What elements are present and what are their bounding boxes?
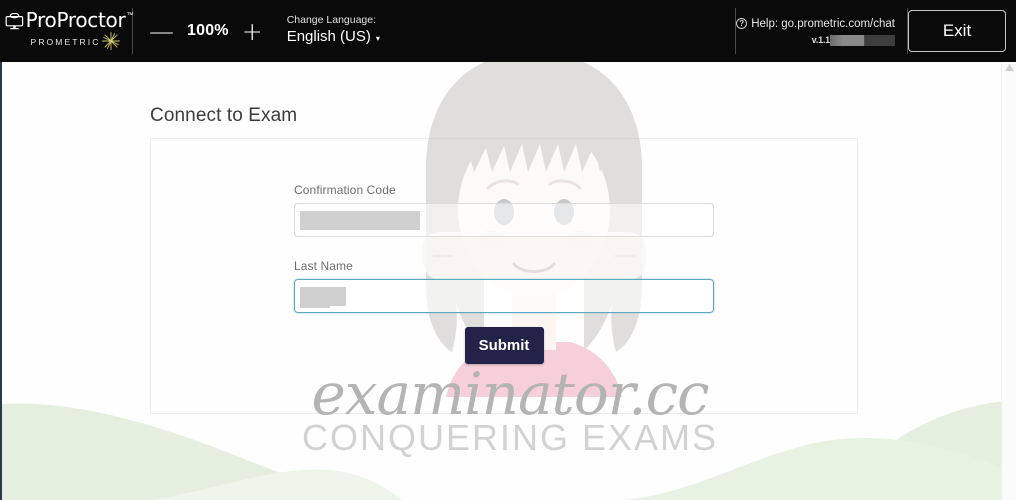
page-body: CONQUERING EXAMS Connect to Exam Confirm… <box>0 62 1016 500</box>
version-label: v.1.1 <box>811 34 831 45</box>
zoom-in-button[interactable]: + <box>242 19 263 44</box>
language-value: English (US) <box>286 28 371 45</box>
language-selector[interactable]: Change Language: English (US) ▾ <box>277 0 380 62</box>
logo-trademark: ™ <box>126 12 134 19</box>
help-question-icon: ? <box>736 18 748 29</box>
confirmation-code-input[interactable] <box>294 203 714 237</box>
connect-form: Confirmation Code Last Name Submit <box>294 183 714 364</box>
field-last-name: Last Name <box>294 259 714 313</box>
last-name-input[interactable] <box>294 279 714 313</box>
starburst-icon <box>101 31 121 51</box>
last-name-label: Last Name <box>294 259 353 273</box>
submit-button[interactable]: Submit <box>464 327 544 364</box>
proproctor-app: ProProctor ™ PROMETRIC — 100% + Change L… <box>0 0 1016 500</box>
help-block: ? Help: go.prometric.com/chat v.1.1 <box>736 0 907 62</box>
watermark-secondary: CONQUERING EXAMS <box>301 417 719 458</box>
logo-subbrand: PROMETRIC <box>30 37 101 47</box>
proproctor-logo: ProProctor ™ PROMETRIC <box>0 0 134 62</box>
version-redacted-block <box>830 34 895 46</box>
confirmation-code-label: Confirmation Code <box>294 183 396 197</box>
submit-row: Submit <box>294 327 714 364</box>
scroll-up-arrow-icon[interactable] <box>1005 64 1014 71</box>
zoom-out-button[interactable]: — <box>149 19 174 44</box>
field-confirmation-code: Confirmation Code <box>294 183 714 237</box>
page-title: Connect to Exam <box>150 105 298 126</box>
field-spacer <box>294 237 714 259</box>
last-name-redacted-value-tail <box>300 302 330 308</box>
monitor-icon <box>5 12 24 30</box>
language-label: Change Language: <box>286 14 377 26</box>
logo-wordmark: ProProctor <box>25 8 126 32</box>
help-link-text[interactable]: Help: go.prometric.com/chat <box>751 17 895 31</box>
confirmation-code-redacted-value <box>300 210 420 230</box>
zoom-level-value: 100% <box>187 22 229 39</box>
zoom-controls: — 100% + <box>133 0 277 62</box>
exit-button[interactable]: Exit <box>908 10 1006 52</box>
vertical-scrollbar[interactable] <box>1001 62 1016 500</box>
app-header: ProProctor ™ PROMETRIC — 100% + Change L… <box>0 0 1016 62</box>
header-spacer <box>380 0 735 62</box>
